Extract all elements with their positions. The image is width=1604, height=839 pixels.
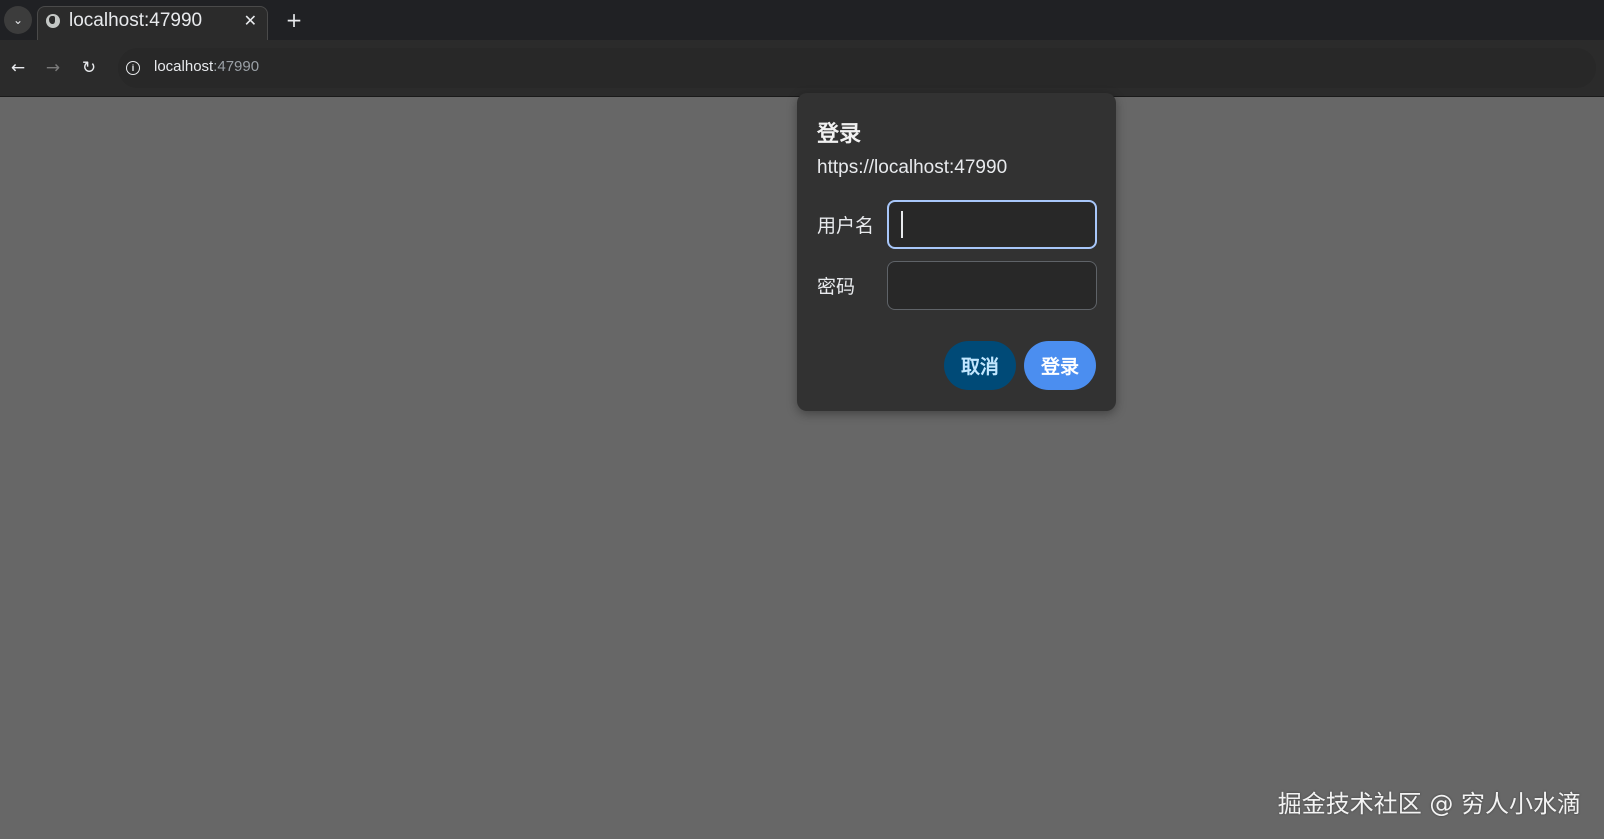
forward-arrow-icon: → <box>45 58 61 78</box>
reload-button[interactable]: ↻ <box>75 54 103 82</box>
plus-icon: + <box>285 8 303 32</box>
info-icon[interactable]: i <box>126 61 140 75</box>
back-button[interactable]: ← <box>4 54 32 82</box>
watermark: 掘金技术社区 @ 穷人小水滴 <box>1277 790 1581 818</box>
password-input[interactable] <box>887 261 1097 310</box>
new-tab-button[interactable]: + <box>280 6 308 34</box>
tab-strip: ⌄ localhost:47990 ✕ + <box>0 0 1604 40</box>
dialog-title: 登录 <box>817 122 862 147</box>
tab-list-button[interactable]: ⌄ <box>4 6 32 34</box>
login-dialog: 登录 https://localhost:47990 用户名 密码 取消 登录 <box>797 93 1116 411</box>
dialog-url: https://localhost:47990 <box>817 157 1008 178</box>
chevron-down-icon: ⌄ <box>12 13 24 27</box>
tab-title: localhost:47990 <box>69 10 203 31</box>
cancel-button[interactable]: 取消 <box>944 341 1016 390</box>
url-port: :47990 <box>213 58 260 75</box>
text-caret <box>901 211 903 238</box>
login-button[interactable]: 登录 <box>1024 341 1096 390</box>
password-label: 密码 <box>817 276 856 298</box>
url-host: localhost <box>154 58 214 75</box>
globe-icon <box>46 14 60 28</box>
browser-toolbar: ← → ↻ i localhost:47990 <box>0 40 1604 97</box>
forward-button[interactable]: → <box>39 54 67 82</box>
tab-localhost[interactable]: localhost:47990 ✕ <box>37 6 268 40</box>
address-bar[interactable]: i localhost:47990 <box>118 48 1596 88</box>
back-arrow-icon: ← <box>10 58 26 78</box>
url-text: localhost:47990 <box>154 58 259 75</box>
username-input[interactable] <box>887 200 1097 249</box>
close-icon[interactable]: ✕ <box>244 11 257 30</box>
username-label: 用户名 <box>817 215 875 237</box>
reload-icon: ↻ <box>81 58 97 78</box>
